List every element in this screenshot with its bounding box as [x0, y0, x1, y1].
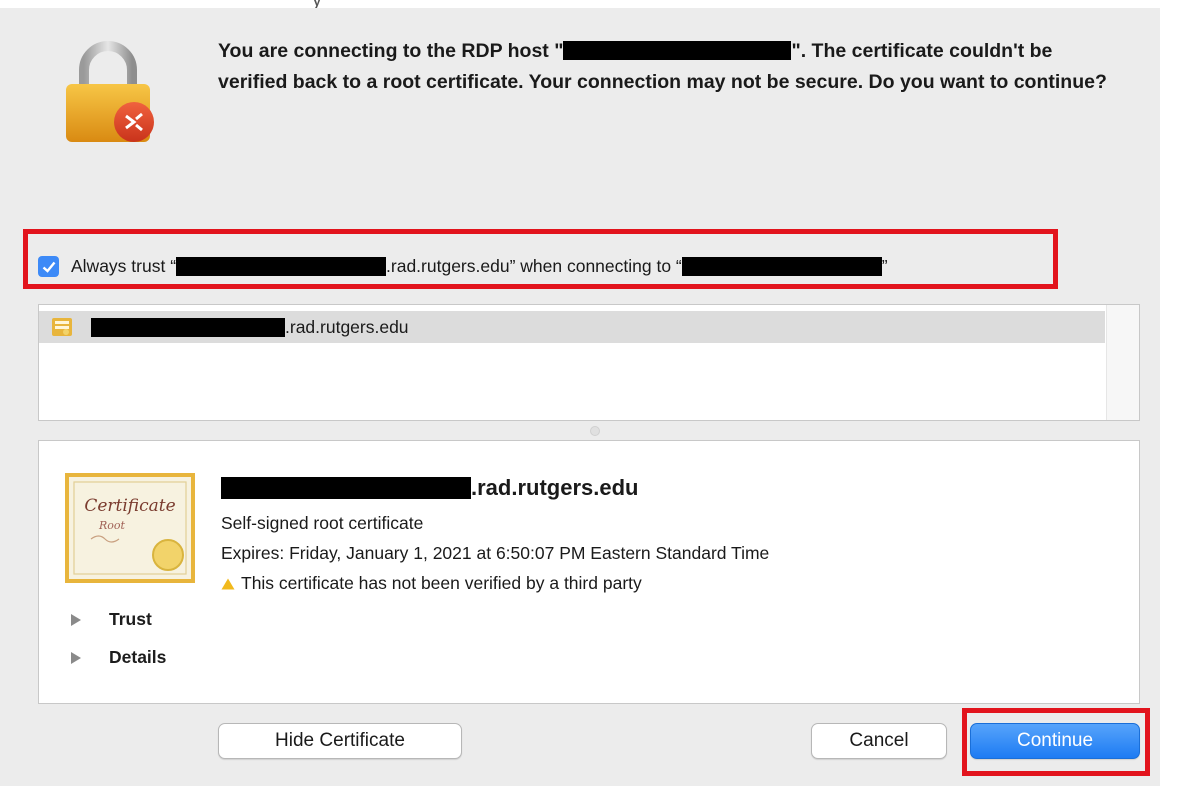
- cancel-button[interactable]: Cancel: [811, 723, 947, 759]
- disclosure-triangle-icon: [71, 613, 81, 626]
- trust-section-toggle[interactable]: Trust: [71, 609, 152, 630]
- certificate-badge-sub: Root: [98, 519, 126, 532]
- list-scrollbar[interactable]: [1106, 305, 1139, 420]
- warning-triangle-icon: [221, 578, 235, 589]
- disclosure-triangle-icon: [71, 651, 81, 664]
- redacted-cert-hostname: [221, 477, 471, 499]
- certificate-list-item[interactable]: .rad.rutgers.edu: [39, 311, 1105, 343]
- lock-remote-desktop-icon: [66, 41, 154, 142]
- certificate-expiry: Expires: Friday, January 1, 2021 at 6:50…: [221, 543, 770, 563]
- redacted-list-hostname: [91, 317, 285, 337]
- certificate-chain-list: .rad.rutgers.edu: [38, 304, 1140, 421]
- certificate-badge-script: Certificate: [84, 496, 175, 516]
- certificate-icon: Certificate Root: [65, 473, 195, 583]
- pane-splitter-handle[interactable]: [590, 426, 600, 436]
- certificate-warning: This certificate has not been verified b…: [221, 573, 642, 594]
- certificate-dialog: You are connecting to the RDP host " ". T…: [0, 8, 1160, 786]
- warning-message: You are connecting to the RDP host " ". T…: [218, 40, 1107, 93]
- always-trust-highlight-box: [23, 229, 1058, 289]
- certificate-small-icon: [52, 318, 72, 336]
- details-section-toggle[interactable]: Details: [71, 647, 166, 668]
- certificate-kind: Self-signed root certificate: [221, 513, 424, 533]
- certificate-name-heading: .rad.rutgers.edu: [221, 475, 638, 501]
- redacted-host: [563, 41, 792, 60]
- certificate-details-panel: Certificate Root .rad.rutgers.edu Self-s…: [38, 440, 1140, 704]
- hide-certificate-button[interactable]: Hide Certificate: [218, 723, 462, 759]
- continue-highlight-box: [962, 708, 1150, 776]
- certificate-list-name: .rad.rutgers.edu: [285, 316, 409, 337]
